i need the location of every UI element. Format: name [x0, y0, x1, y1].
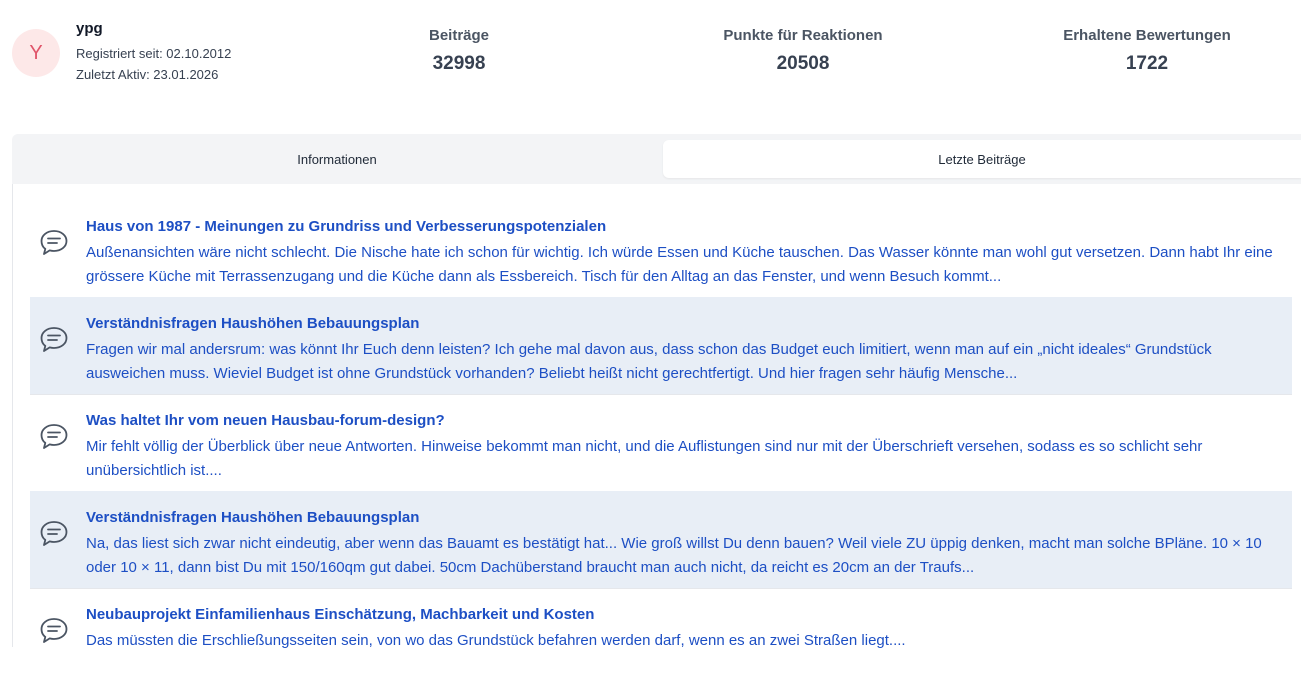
tab-letzte-beitraege[interactable]: Letzte Beiträge	[663, 140, 1301, 178]
stat-value: 32998	[432, 53, 486, 74]
post-excerpt[interactable]: Das müssten die Erschließungsseiten sein…	[86, 629, 1290, 653]
stat-ratings: Erhaltene Bewertungen 1722	[1037, 27, 1257, 75]
stat-value: 20508	[776, 53, 830, 74]
profile-tabs: Informationen Letzte Beiträge	[12, 134, 1301, 184]
post-title-link[interactable]: Verständnisfragen Haushöhen Bebauungspla…	[86, 315, 419, 332]
stat-label: Erhaltene Bewertungen	[1063, 27, 1231, 44]
profile-header: Y ypg Registriert seit: 02.10.2012 Zulet…	[0, 0, 1301, 110]
chat-bubble-icon	[37, 226, 71, 260]
avatar[interactable]: Y	[12, 29, 60, 77]
list-item: Verständnisfragen Haushöhen Bebauungspla…	[30, 297, 1292, 395]
post-title-link[interactable]: Haus von 1987 - Meinungen zu Grundriss u…	[86, 218, 606, 235]
chat-bubble-icon	[37, 614, 71, 648]
chat-bubble-icon	[37, 323, 71, 357]
stat-posts: Beiträge 32998	[399, 27, 519, 75]
list-item: Neubauprojekt Einfamilienhaus Einschätzu…	[30, 588, 1292, 685]
post-title-link[interactable]: Verständnisfragen Haushöhen Bebauungspla…	[86, 509, 419, 526]
list-item: Was haltet Ihr vom neuen Hausbau-forum-d…	[30, 394, 1292, 492]
chat-bubble-icon	[37, 420, 71, 454]
chat-bubble-icon	[37, 517, 71, 551]
recent-posts-list: Haus von 1987 - Meinungen zu Grundriss u…	[12, 184, 1301, 649]
post-excerpt[interactable]: Mir fehlt völlig der Überblick über neue…	[86, 435, 1290, 483]
stat-value: 1722	[1125, 53, 1169, 74]
list-item: Haus von 1987 - Meinungen zu Grundriss u…	[30, 200, 1292, 298]
post-excerpt[interactable]: Na, das liest sich zwar nicht eindeutig,…	[86, 532, 1290, 580]
tab-informationen[interactable]: Informationen	[12, 134, 662, 184]
post-title-link[interactable]: Was haltet Ihr vom neuen Hausbau-forum-d…	[86, 412, 445, 429]
stat-label: Punkte für Reaktionen	[723, 27, 883, 44]
post-excerpt[interactable]: Außenansichten wäre nicht schlecht. Die …	[86, 241, 1290, 289]
post-title-link[interactable]: Neubauprojekt Einfamilienhaus Einschätzu…	[86, 606, 594, 623]
post-excerpt[interactable]: Fragen wir mal andersrum: was könnt Ihr …	[86, 338, 1290, 386]
stat-reaction-points: Punkte für Reaktionen 20508	[703, 27, 903, 75]
list-item: Verständnisfragen Haushöhen Bebauungspla…	[30, 491, 1292, 589]
stat-label: Beiträge	[428, 27, 490, 44]
username[interactable]: ypg	[76, 20, 103, 37]
last-active-date: Zuletzt Aktiv: 23.01.2026	[76, 67, 219, 82]
registered-date: Registriert seit: 02.10.2012	[76, 46, 232, 61]
